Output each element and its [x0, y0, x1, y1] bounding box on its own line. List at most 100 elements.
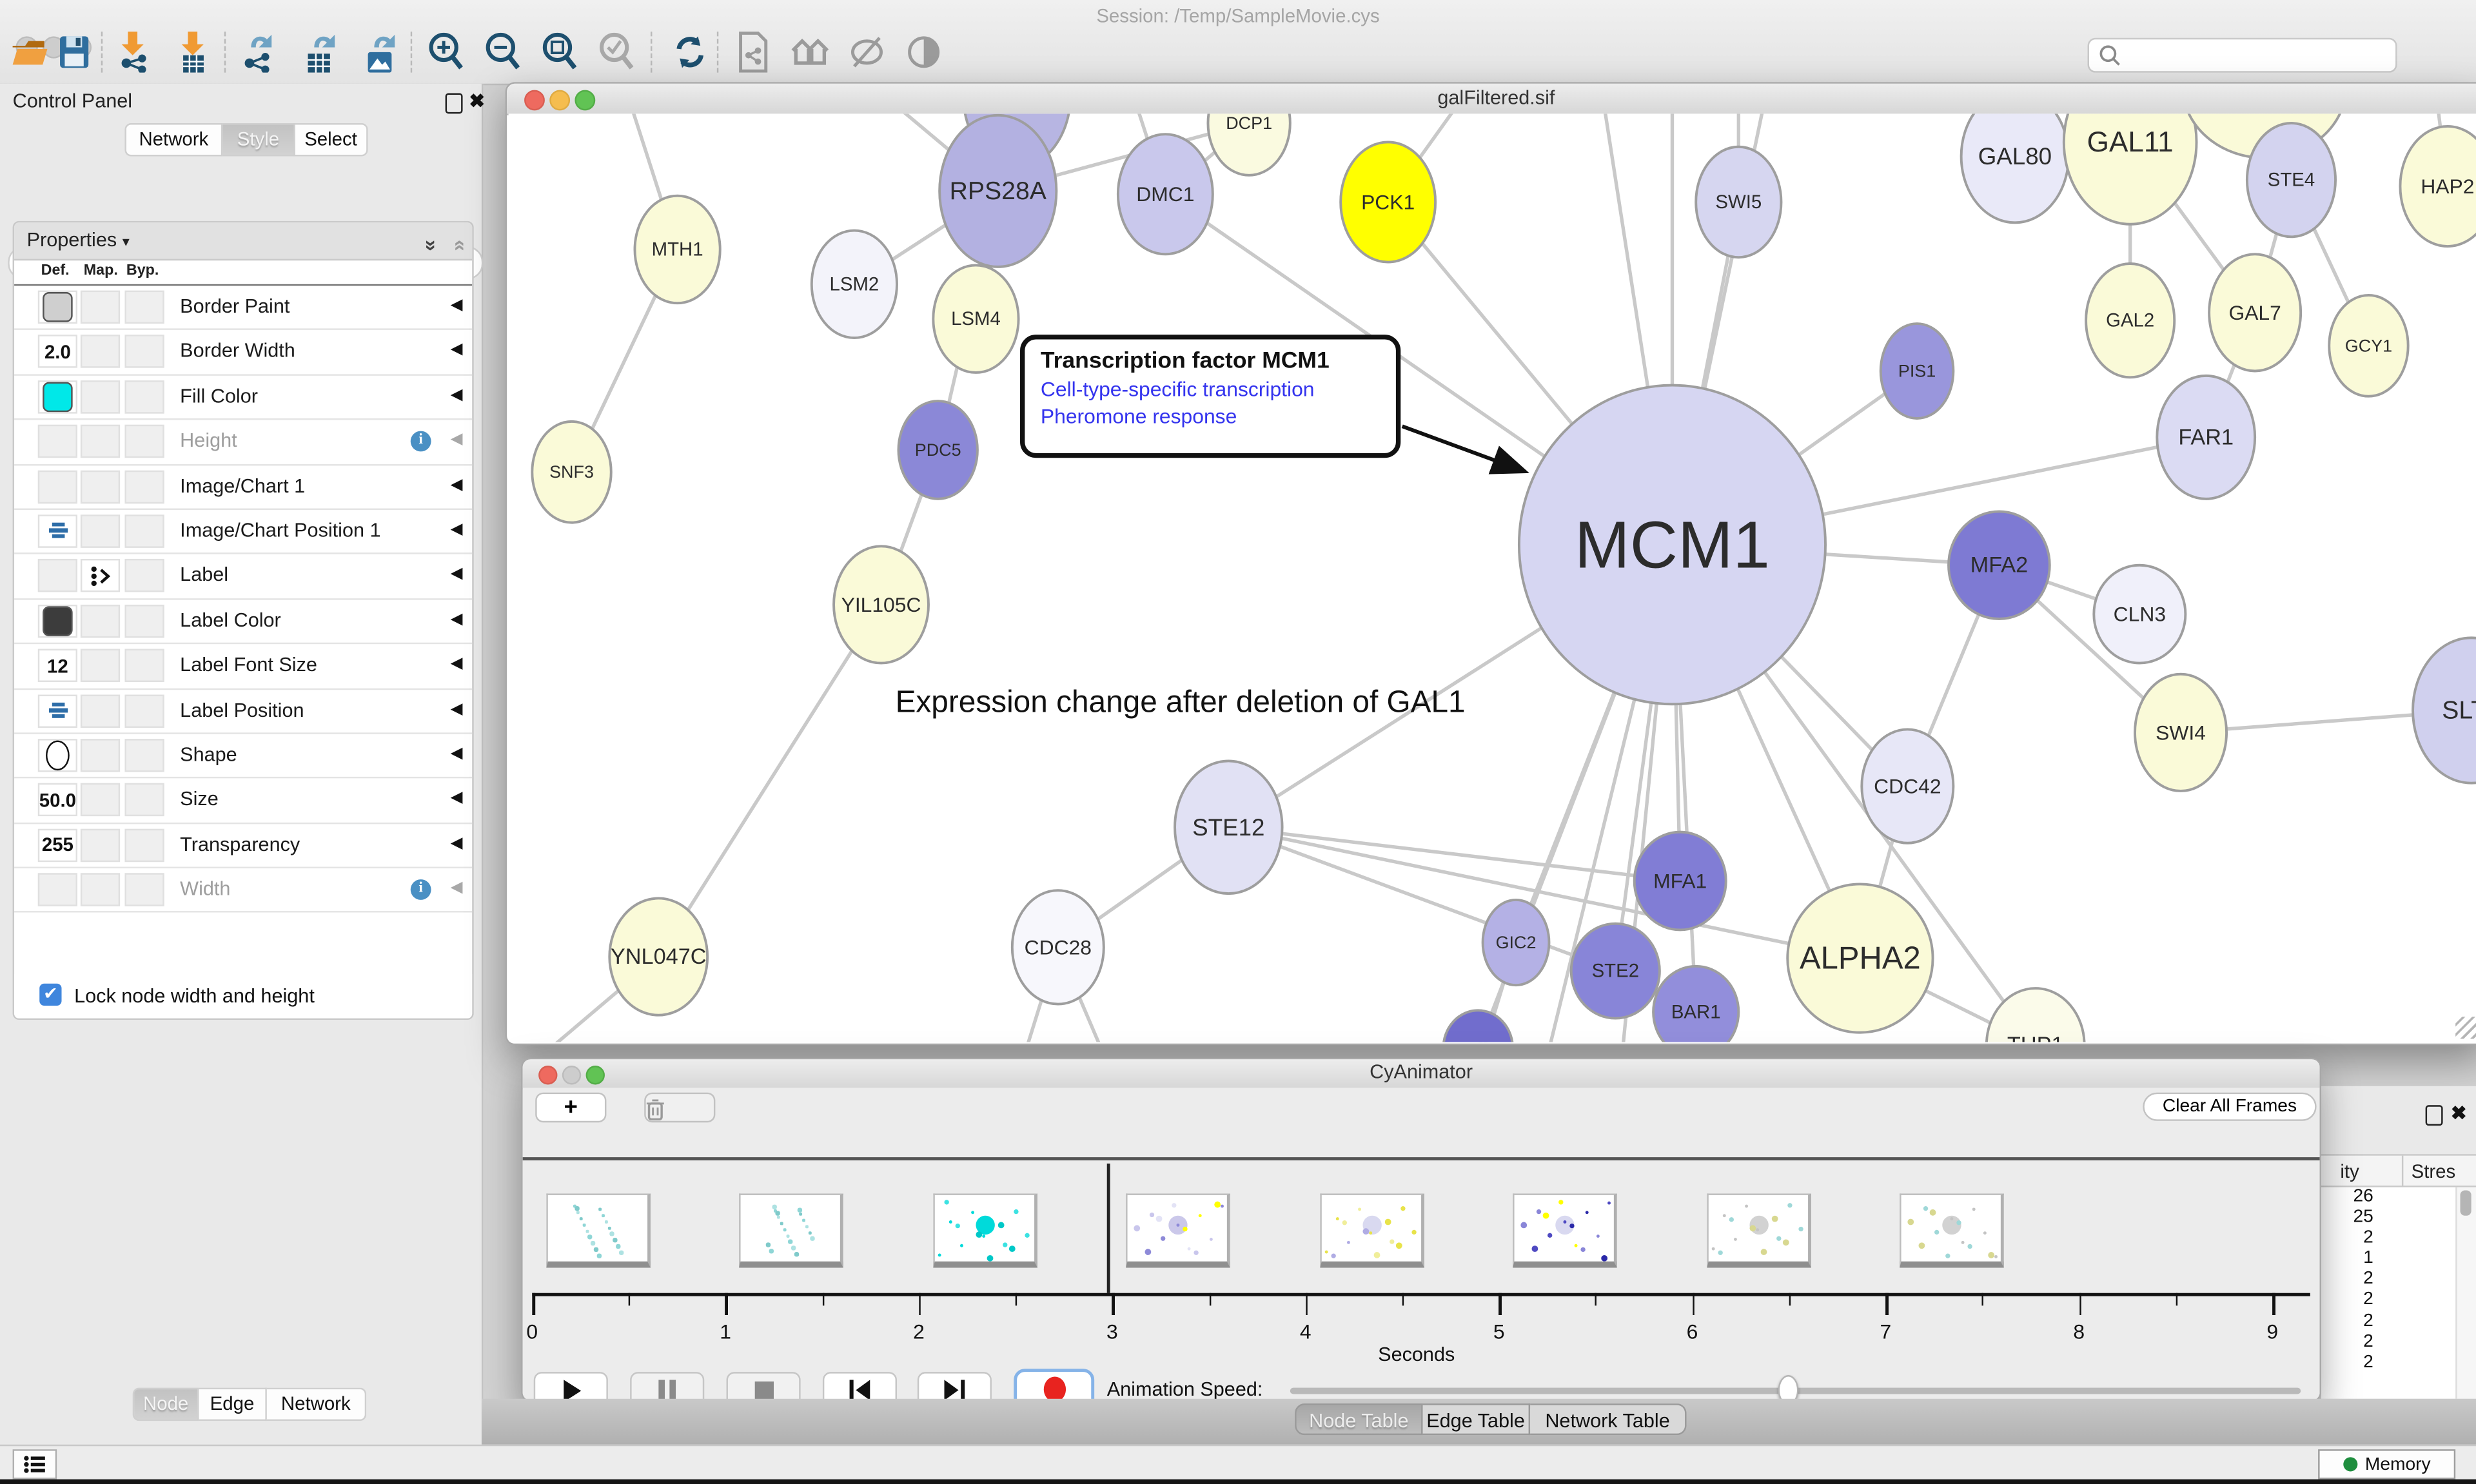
zoom-selected-icon[interactable] [597, 32, 638, 73]
frame-thumbnail-7[interactable] [1900, 1193, 2004, 1267]
network-node-gal7[interactable]: GAL7 [2209, 254, 2301, 371]
bypass-cell[interactable] [124, 873, 164, 906]
network-node-ste4[interactable]: STE4 [2247, 123, 2335, 237]
table-cell-value[interactable]: 2 [2321, 1311, 2457, 1332]
network-node-nbot[interactable] [1443, 1010, 1513, 1042]
network-node-swi5[interactable]: SWI5 [1696, 147, 1781, 257]
save-session-icon[interactable] [54, 32, 95, 73]
default-value-cell[interactable] [38, 873, 77, 906]
table-cell-value[interactable]: 25 [2321, 1208, 2457, 1229]
expand-property-icon[interactable]: ◀ [451, 700, 463, 718]
bypass-cell[interactable] [124, 380, 164, 413]
search-input[interactable] [2088, 38, 2397, 73]
expand-property-icon[interactable]: ◀ [451, 835, 463, 852]
clear-all-frames-button[interactable]: Clear All Frames [2143, 1093, 2316, 1121]
frame-thumbnail-4[interactable] [1320, 1193, 1424, 1267]
network-canvas[interactable]: DCP1RPS28ADMC1PCK1MTH1LSM2LSM4SWI5GAL80G… [509, 113, 2476, 1042]
expand-property-icon[interactable]: ◀ [451, 566, 463, 583]
network-node-mcm1[interactable]: MCM1 [1519, 386, 1825, 705]
zoom-in-icon[interactable] [426, 32, 467, 73]
table-body[interactable]: 26252122222 [2321, 1187, 2457, 1399]
network-node-lsm4[interactable]: LSM4 [933, 265, 1018, 373]
collapse-all-icon[interactable]: » [439, 240, 474, 251]
network-node-gcy1[interactable]: GCY1 [2329, 295, 2408, 396]
tab-node-table[interactable]: Node Table [1295, 1403, 1422, 1435]
property-row-height[interactable]: Heighti◀ [14, 420, 472, 465]
default-value-cell[interactable] [38, 694, 77, 727]
expand-property-icon[interactable]: ◀ [451, 431, 463, 449]
property-row-size[interactable]: 50.0Size◀ [14, 779, 472, 824]
mapping-cell[interactable] [81, 335, 120, 368]
mapping-cell[interactable] [81, 873, 120, 906]
table-header-row[interactable]: ity Stres [2321, 1154, 2476, 1187]
hide-details-icon[interactable] [847, 32, 888, 73]
network-node-rps28a[interactable]: RPS28A [939, 115, 1056, 267]
bypass-cell[interactable] [124, 604, 164, 637]
expand-property-icon[interactable]: ◀ [451, 521, 463, 538]
table-cell-value[interactable]: 1 [2321, 1249, 2457, 1270]
property-row-image-chart-1[interactable]: Image/Chart 1◀ [14, 465, 472, 510]
property-row-width[interactable]: Widthi◀ [14, 868, 472, 913]
network-node-hap2[interactable]: HAP2 [2400, 126, 2476, 246]
property-row-label-position[interactable]: Label Position◀ [14, 689, 472, 734]
resize-grip[interactable] [2455, 1017, 2476, 1039]
refresh-icon[interactable] [669, 32, 711, 73]
animation-speed-knob[interactable] [1778, 1375, 1799, 1402]
bypass-cell[interactable] [124, 828, 164, 861]
export-table-icon[interactable] [300, 32, 341, 73]
frame-thumbnail-1[interactable] [740, 1193, 844, 1267]
lock-aspect-checkbox[interactable]: ✔ [39, 984, 61, 1006]
default-value-cell[interactable] [38, 604, 77, 637]
table-cell-value[interactable]: 2 [2321, 1332, 2457, 1352]
table-vertical-scrollbar[interactable] [2455, 1187, 2476, 1399]
record-button[interactable] [1014, 1369, 1094, 1401]
panel-tab-node[interactable]: Node [133, 1388, 199, 1421]
property-row-label-font-size[interactable]: 12Label Font Size◀ [14, 644, 472, 689]
annotation-box[interactable]: Transcription factor MCM1 Cell-type-spec… [1020, 335, 1400, 458]
table-cell-value[interactable]: 2 [2321, 1229, 2457, 1249]
import-network-icon[interactable] [113, 32, 155, 73]
contrast-icon[interactable] [903, 32, 945, 73]
network-node-lsm2[interactable]: LSM2 [812, 231, 897, 338]
default-value-cell[interactable] [38, 560, 77, 592]
mapping-cell[interactable] [81, 828, 120, 861]
network-node-gal80[interactable]: GAL80 [1961, 113, 2069, 222]
frame-thumbnail-0[interactable] [546, 1193, 651, 1267]
play-button[interactable] [534, 1372, 608, 1402]
network-node-cln3[interactable]: CLN3 [2094, 565, 2185, 663]
home-network-icon[interactable] [789, 32, 830, 73]
default-value-cell[interactable]: 50.0 [38, 783, 77, 816]
mapping-cell[interactable] [81, 425, 120, 458]
bypass-cell[interactable] [124, 649, 164, 682]
network-edge[interactable] [658, 605, 881, 957]
network-node-cdc28[interactable]: CDC28 [1012, 890, 1104, 1004]
property-row-image-chart-position-1[interactable]: Image/Chart Position 1◀ [14, 510, 472, 555]
table-cell-value[interactable]: 26 [2321, 1187, 2457, 1208]
open-session-icon[interactable] [10, 32, 51, 73]
annotation-link[interactable]: Cell-type-specific transcription [1041, 377, 1380, 401]
float-table-panel-icon[interactable] [2426, 1105, 2443, 1126]
bypass-cell[interactable] [124, 335, 164, 368]
zoom-out-icon[interactable] [483, 32, 524, 73]
bypass-cell[interactable] [124, 514, 164, 547]
frame-thumbnail-2[interactable] [933, 1193, 1037, 1267]
properties-header[interactable]: Properties ▾ » » [14, 222, 472, 260]
expand-property-icon[interactable]: ◀ [451, 342, 463, 359]
network-node-alpha2[interactable]: ALPHA2 [1787, 884, 1932, 1032]
skip-to-start-button[interactable] [823, 1372, 897, 1402]
mapping-cell[interactable] [81, 739, 120, 772]
default-value-cell[interactable] [38, 514, 77, 547]
default-value-cell[interactable] [38, 739, 77, 772]
default-value-cell[interactable] [38, 425, 77, 458]
tab-select[interactable]: Select [295, 123, 368, 156]
bypass-cell[interactable] [124, 560, 164, 592]
expand-property-icon[interactable]: ◀ [451, 656, 463, 673]
expand-property-icon[interactable]: ◀ [451, 610, 463, 628]
property-row-shape[interactable]: Shape◀ [14, 734, 472, 779]
frame-thumbnail-5[interactable] [1513, 1193, 1618, 1267]
import-table-icon[interactable] [173, 32, 215, 73]
default-value-cell[interactable]: 12 [38, 649, 77, 682]
annotation-link[interactable]: Pheromone response [1041, 404, 1380, 428]
network-node-far1[interactable]: FAR1 [2157, 376, 2255, 499]
property-row-fill-color[interactable]: Fill Color◀ [14, 375, 472, 420]
